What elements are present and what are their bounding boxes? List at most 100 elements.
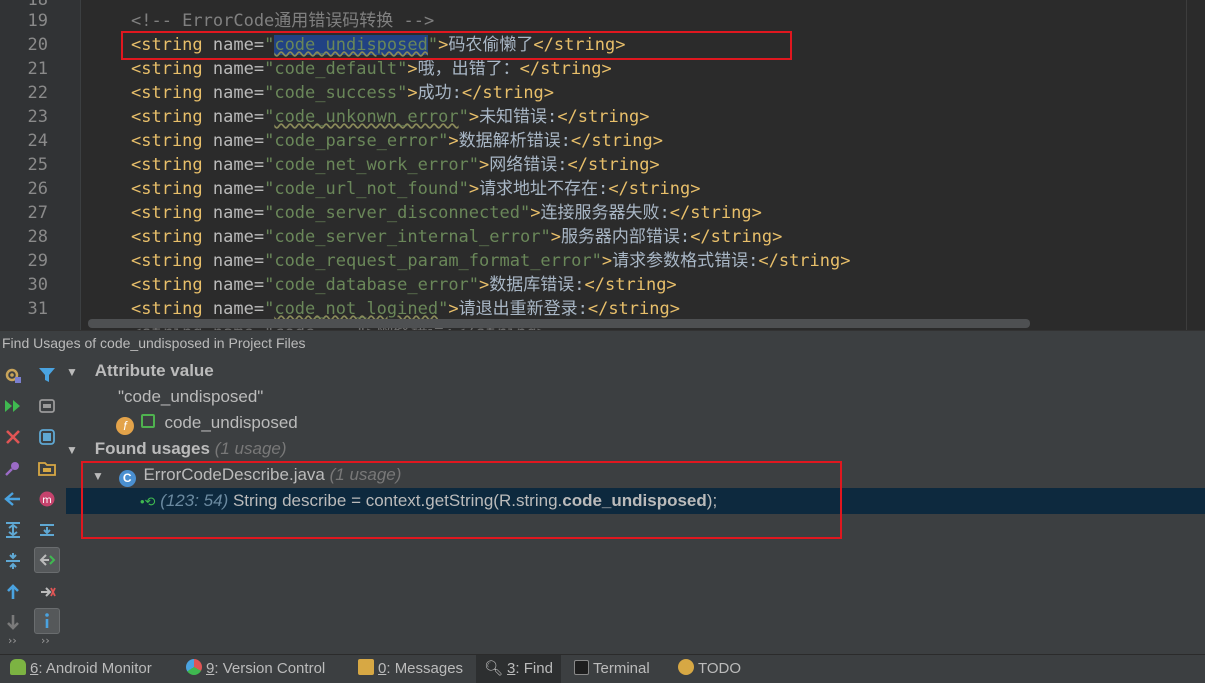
resource-text: 未知错误:: [479, 107, 558, 127]
more-icon[interactable]: ››: [8, 634, 17, 647]
svg-text:m: m: [42, 495, 52, 506]
resource-name: code_parse_error: [274, 131, 439, 151]
info-icon[interactable]: [34, 608, 60, 634]
usage-code-suffix: );: [706, 491, 718, 510]
resource-name: code_undisposed: [274, 35, 428, 55]
bottom-tool-bar: 6: Android Monitor 9: Version Control 0:…: [0, 654, 1205, 683]
code-line-code_not_logined[interactable]: <string name="code_not_logined">请退出重新登录:…: [131, 297, 680, 321]
pin-icon[interactable]: [0, 455, 26, 481]
line-number: 28: [27, 227, 48, 247]
usage-row[interactable]: •⟲ (123: 54) String describe = context.g…: [66, 488, 1205, 514]
code-line-code_server_internal_error[interactable]: <string name="code_server_internal_error…: [131, 225, 782, 249]
resource-text: 请求地址不存在:: [479, 179, 609, 199]
line-number: 23: [27, 107, 48, 127]
tab-messages[interactable]: 0: Messages: [350, 655, 471, 683]
code-line-code_net_work_error[interactable]: <string name="code_net_work_error">网络错误:…: [131, 153, 660, 177]
collapse-arrow-icon[interactable]: ▼: [92, 463, 106, 489]
java-class-icon: C: [118, 470, 136, 487]
code-line-code_parse_error[interactable]: <string name="code_parse_error">数据解析错误:<…: [131, 129, 663, 153]
code-editor[interactable]: 18 19 20 21 22 23 24 25 26 27 28 29 30 3…: [0, 0, 1205, 330]
find-usages-header: Find Usages of code_undisposed in Projec…: [0, 330, 1205, 359]
field-icon: f: [116, 417, 134, 435]
field-name: code_undisposed: [164, 413, 298, 432]
line-number: 19: [27, 11, 48, 31]
collapse-all-icon[interactable]: [0, 548, 26, 574]
tab-android-monitor[interactable]: 6: Android Monitor: [2, 655, 160, 683]
filter-icon[interactable]: [34, 362, 60, 388]
line-number: 21: [27, 59, 48, 79]
merge-usages-icon[interactable]: m: [34, 486, 60, 512]
previous-occurrence-icon[interactable]: [0, 486, 26, 512]
settings-icon[interactable]: [0, 362, 26, 388]
tab-todo[interactable]: TODO: [670, 655, 749, 683]
resource-text: 数据解析错误:: [458, 131, 571, 151]
line-number: 22: [27, 83, 48, 103]
resource-text: 请求参数格式错误:: [612, 251, 759, 271]
resource-text: 网络错误:: [489, 155, 568, 175]
code-line-code_url_not_found[interactable]: <string name="code_url_not_found">请求地址不存…: [131, 177, 700, 201]
resource-name: code_url_not_found: [274, 179, 459, 199]
search-icon: 🔍︎: [484, 660, 504, 677]
tab-find[interactable]: 🔍︎ 3: Find: [476, 655, 561, 683]
collapse-arrow-icon[interactable]: ▼: [66, 437, 80, 463]
close-icon[interactable]: [0, 424, 26, 450]
expand-all-icon[interactable]: [0, 517, 26, 543]
lock-icon: [140, 414, 155, 428]
resource-text: 服务器内部错误:: [560, 227, 691, 247]
android-icon: [10, 659, 26, 675]
tree-node-found-usages[interactable]: ▼ Found usages (1 usage): [66, 436, 1205, 462]
group-by-package-icon[interactable]: [34, 424, 60, 450]
line-number-gutter: 18 19 20 21 22 23 24 25 26 27 28 29 30 3…: [0, 0, 81, 330]
found-usages-count: (1 usage): [214, 439, 287, 458]
resource-name: code_server_disconnected: [274, 203, 520, 223]
expand-icon[interactable]: [34, 517, 60, 543]
up-icon[interactable]: [0, 579, 26, 605]
resource-name: code_database_error: [274, 275, 469, 295]
attribute-string-value: "code_undisposed": [118, 387, 264, 406]
usage-location: (123: 54): [160, 491, 229, 510]
line-number: 30: [27, 275, 48, 295]
group-by-module-icon[interactable]: [34, 393, 60, 419]
line-number: 27: [27, 203, 48, 223]
usages-tree: ▼ Attribute value "code_undisposed" f co…: [66, 358, 1205, 654]
resource-name: code_server_internal_error: [274, 227, 541, 247]
autoscroll-icon[interactable]: [34, 579, 60, 605]
code-line-code_request_param_format_error[interactable]: <string name="code_request_param_format_…: [131, 249, 850, 273]
tab-version-control[interactable]: 9: Version Control: [178, 655, 333, 683]
navigate-icon[interactable]: [34, 547, 60, 573]
find-usages-title: Find Usages of code_undisposed in Projec…: [2, 335, 306, 351]
file-usage-count: (1 usage): [329, 465, 402, 484]
version-control-icon: [186, 659, 202, 675]
code-line-code_success[interactable]: <string name="code_success">成功:</string>: [131, 81, 554, 105]
resource-name: code_net_work_error: [274, 155, 469, 175]
usage-code-match: code_undisposed: [562, 491, 707, 510]
tree-node-file[interactable]: ▼ C ErrorCodeDescribe.java (1 usage): [66, 462, 1205, 488]
resource-text: 成功:: [417, 83, 462, 103]
collapse-arrow-icon[interactable]: ▼: [66, 359, 80, 385]
tree-node-attribute-string[interactable]: "code_undisposed": [66, 384, 1205, 410]
resource-name: code_success: [274, 83, 398, 103]
tab-terminal[interactable]: Terminal: [566, 655, 658, 683]
group-by-directory-icon[interactable]: [34, 455, 60, 481]
code-line-code_database_error[interactable]: <string name="code_database_error">数据库错误…: [131, 273, 677, 297]
down-icon[interactable]: [0, 609, 26, 635]
horizontal-scrollbar[interactable]: [88, 319, 1030, 328]
tree-node-field[interactable]: f code_undisposed: [66, 410, 1205, 436]
code-line-code_unkonwn_error[interactable]: <string name="code_unkonwn_error">未知错误:<…: [131, 105, 649, 129]
code-line-code_default[interactable]: <string name="code_default">哦，出错了：</stri…: [131, 57, 612, 81]
resource-text: 请退出重新登录:: [458, 299, 588, 319]
messages-icon: [358, 659, 374, 675]
more-icon[interactable]: ››: [41, 634, 50, 647]
file-name: ErrorCodeDescribe.java: [143, 465, 325, 484]
tree-node-attribute-value[interactable]: ▼ Attribute value: [66, 358, 1205, 384]
resource-name: code_request_param_format_error: [274, 251, 592, 271]
found-usages-label: Found usages: [94, 439, 210, 458]
code-line-code_server_disconnected[interactable]: <string name="code_server_disconnected">…: [131, 201, 762, 225]
code-line-code_undisposed[interactable]: <string name="code_undisposed">码农偷懒了</st…: [131, 33, 625, 57]
resource-text: 连接服务器失败:: [540, 203, 670, 223]
rerun-icon[interactable]: [0, 393, 26, 419]
usage-code-prefix: String describe = context.getString(R.st…: [228, 491, 563, 510]
resource-name: code_unkonwn_error: [274, 107, 459, 127]
resource-text: 哦，出错了：: [417, 59, 520, 79]
usage-arrow-icon: •⟲: [140, 494, 156, 509]
